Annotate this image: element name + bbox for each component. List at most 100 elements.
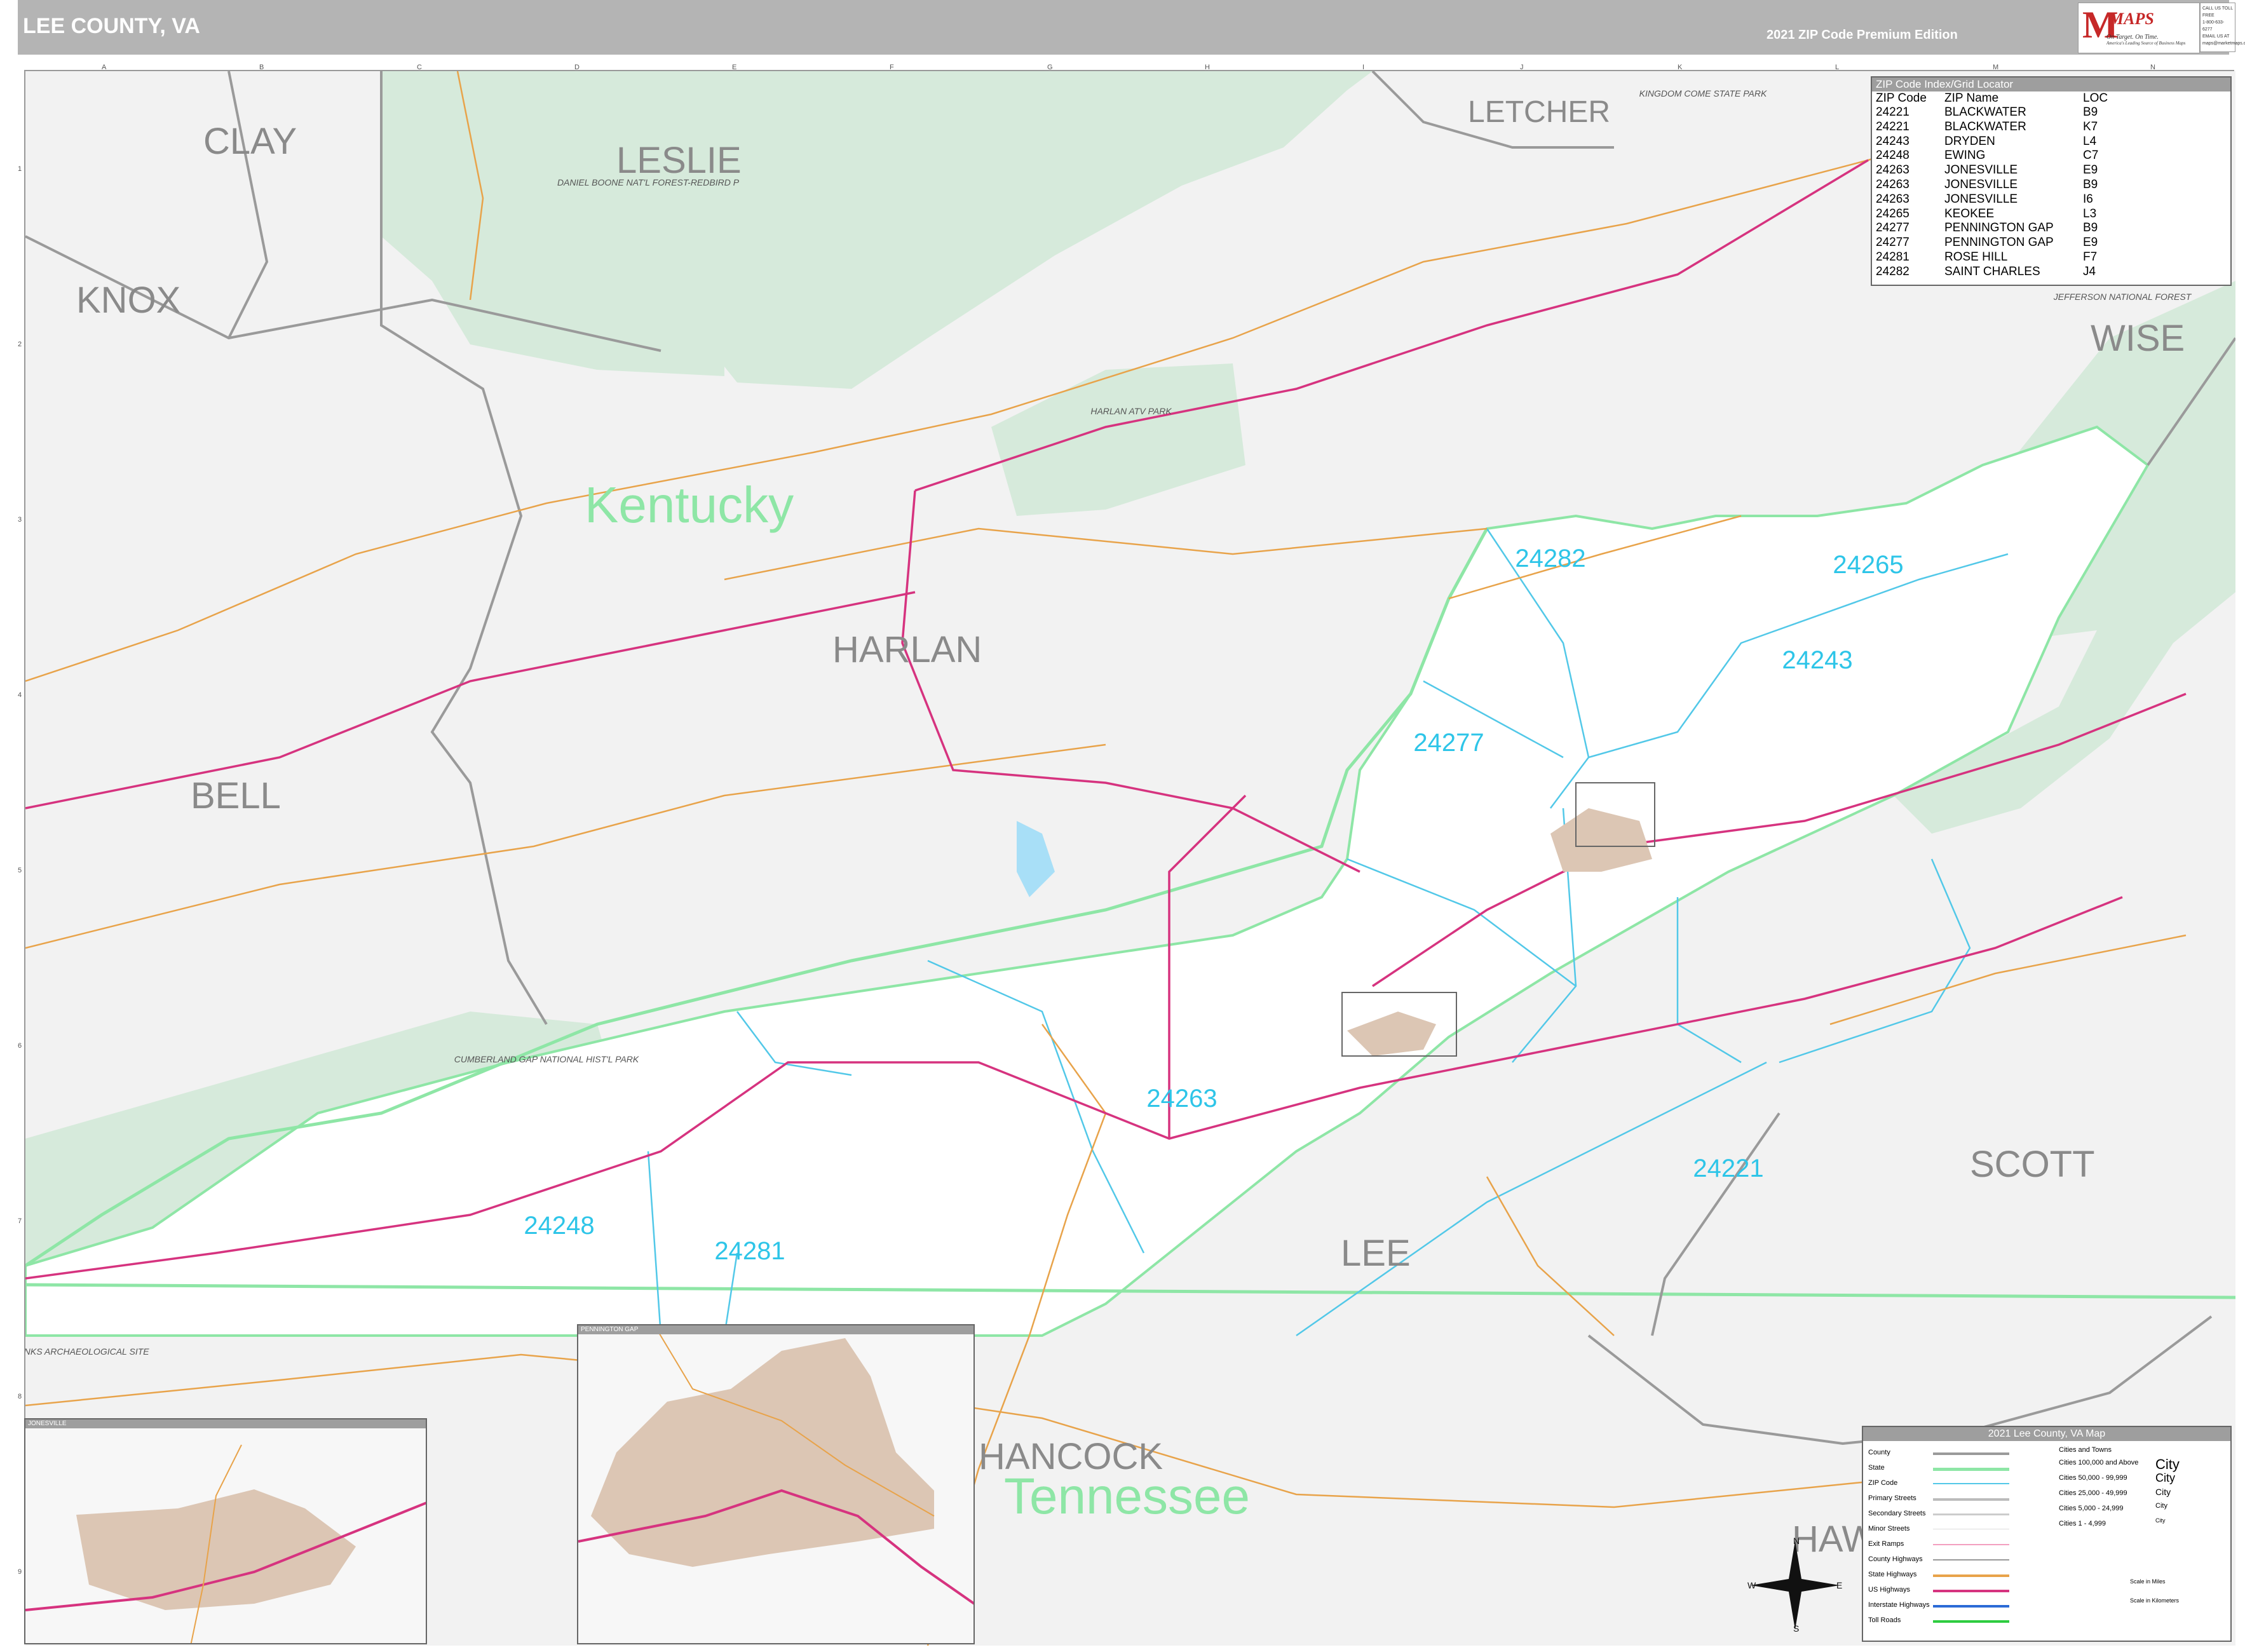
grid-loc-cell: B9: [2083, 177, 2098, 191]
county-label-scott: SCOTT: [1970, 1144, 2095, 1185]
county-label-letcher: LETCHER: [1468, 95, 1610, 129]
park-label-kingdom-come: KINGDOM COME STATE PARK: [1639, 88, 1767, 98]
contact-line: maps@marketmaps.com: [2202, 41, 2245, 46]
grid-loc-cell: L4: [2083, 134, 2097, 148]
legend-city-sample: City: [2155, 1517, 2166, 1524]
legend-line-swatch: [1933, 1559, 2009, 1561]
zip-index-row[interactable]: 24221 BLACKWATER K7: [1873, 120, 2110, 135]
grid-number: 7: [18, 1217, 22, 1225]
compass-e: E: [1836, 1580, 1842, 1590]
zip-index-row[interactable]: 24248 EWING C7: [1873, 149, 2110, 163]
zip-name-cell: PENNINGTON GAP: [1944, 236, 2054, 250]
zip-code-cell: 24277: [1876, 236, 1909, 250]
zip-name-cell: JONESVILLE: [1944, 192, 2018, 206]
legend-city-sample: City: [2155, 1502, 2167, 1510]
legend-cities-header: Cities and Towns: [2059, 1446, 2112, 1454]
logo-tagline-line: On Target. On Time.: [2106, 34, 2159, 41]
legend-item-label: Primary Streets: [1868, 1494, 1916, 1502]
legend-city-sample: City: [2155, 1456, 2180, 1472]
grid-number: 2: [18, 341, 22, 348]
zip-code-cell: 24263: [1876, 163, 1909, 177]
zip-label-24243[interactable]: 24243: [1782, 646, 1852, 674]
zip-label-24265[interactable]: 24265: [1833, 551, 1903, 579]
contact-info: CALL US TOLL FREE 1-800-633-6277 EMAIL U…: [2200, 3, 2245, 52]
jonesville-inset-canvas: [25, 1444, 426, 1643]
city-area: [591, 1338, 934, 1567]
county-label-lee: LEE: [1341, 1233, 1411, 1274]
state-label-kentucky: Kentucky: [585, 477, 794, 533]
zip-label-24248[interactable]: 24248: [524, 1212, 594, 1240]
park-label-harlan-atv: HARLAN ATV PARK: [1090, 406, 1172, 416]
zip-index-row[interactable]: 24243 DRYDEN L4: [1873, 135, 2110, 149]
legend-line-swatch: [1933, 1513, 2009, 1515]
park-label-jefferson: JEFFERSON NATIONAL FOREST: [2053, 292, 2192, 302]
zip-label-24263[interactable]: 24263: [1146, 1085, 1217, 1113]
zip-index-row[interactable]: 24265 KEOKEE L3: [1873, 207, 2110, 222]
grid-loc-cell: L3: [2083, 207, 2097, 220]
zip-label-24221[interactable]: 24221: [1693, 1154, 1763, 1182]
zip-name-cell: BLACKWATER: [1944, 119, 2026, 133]
zip-name-cell: DRYDEN: [1944, 134, 1995, 148]
zip-label-24282[interactable]: 24282: [1515, 545, 1585, 572]
state-label-tennessee: Tennessee: [1004, 1468, 1250, 1524]
legend-line-swatch: [1933, 1452, 2009, 1455]
grid-loc-cell: E9: [2083, 163, 2098, 177]
jonesville-inset-map[interactable]: JONESVILLE: [24, 1418, 427, 1644]
legend-item-label: County: [1868, 1449, 1890, 1456]
zip-index-row[interactable]: 24263 JONESVILLE I6: [1873, 193, 2110, 207]
zip-index-row[interactable]: 24277 PENNINGTON GAP E9: [1873, 236, 2110, 250]
legend-city-class: Cities 5,000 - 24,999: [2059, 1505, 2124, 1512]
legend-line-swatch: [1933, 1574, 2009, 1577]
zip-index-row[interactable]: 24277 PENNINGTON GAP B9: [1873, 221, 2110, 236]
legend-line-swatch: [1933, 1620, 2009, 1623]
pennington-gap-inset-map[interactable]: PENNINGTON GAP: [577, 1324, 975, 1644]
legend-item-label: US Highways: [1868, 1586, 1911, 1594]
scale-km-label: Scale in Kilometers: [2130, 1597, 2180, 1604]
zip-name-cell: ROSE HILL: [1944, 250, 2008, 264]
zip-index-row[interactable]: 24221 BLACKWATER B9: [1873, 105, 2110, 120]
column-header: ZIP Code: [1876, 91, 1927, 105]
zip-name-cell: EWING: [1944, 149, 1986, 163]
zip-label-24281[interactable]: 24281: [714, 1237, 785, 1265]
zip-code-cell: 24263: [1876, 177, 1909, 191]
legend-item-label: Interstate Highways: [1868, 1601, 1930, 1609]
edition-label: 2021 ZIP Code Premium Edition: [1767, 28, 1958, 42]
county-label-harlan: HARLAN: [832, 629, 982, 670]
county-label-wise: WISE: [2091, 318, 2185, 359]
logo-tagline: On Target. On Time. America's Leading So…: [2106, 34, 2185, 46]
legend-line-swatch: [1933, 1605, 2009, 1608]
zip-code-cell: 24243: [1876, 134, 1909, 148]
legend-line-swatch: [1933, 1483, 2009, 1484]
zip-code-cell: 24277: [1876, 221, 1909, 235]
grid-number: 1: [18, 165, 22, 173]
compass-s: S: [1793, 1623, 1799, 1633]
map-canvas[interactable]: CLAY LESLIE LETCHER KNOX WISE HARLAN BEL…: [25, 71, 2235, 1646]
market-maps-logo[interactable]: M MAPS On Target. On Time. America's Lea…: [2078, 3, 2200, 53]
zip-index-row[interactable]: 24263 JONESVILLE E9: [1873, 163, 2110, 178]
legend-item-label: Exit Ramps: [1868, 1540, 1904, 1548]
city-area: [76, 1489, 356, 1610]
zip-code-cell: 24221: [1876, 105, 1909, 119]
zip-name-cell: SAINT CHARLES: [1944, 264, 2040, 278]
grid-number: 8: [18, 1393, 22, 1400]
compass-star: [1751, 1541, 1840, 1630]
legend-item-label: ZIP Code: [1868, 1479, 1898, 1487]
grid-number: 5: [18, 867, 22, 874]
grid-loc-cell: F7: [2083, 250, 2098, 264]
map-area[interactable]: CLAY LESLIE LETCHER KNOX WISE HARLAN BEL…: [24, 70, 2235, 1646]
legend-city-sample: City: [2155, 1487, 2171, 1497]
zip-label-24277[interactable]: 24277: [1413, 729, 1484, 757]
zip-index-row[interactable]: 24282 SAINT CHARLES J4: [1873, 265, 2110, 280]
legend-line-swatch: [1933, 1590, 2009, 1592]
zip-name-cell: BLACKWATER: [1944, 105, 2026, 119]
zip-index-row[interactable]: 24281 ROSE HILL F7: [1873, 250, 2110, 265]
zip-code-cell: 24248: [1876, 149, 1909, 163]
contact-line: EMAIL US AT: [2202, 34, 2230, 39]
park-label-daniel-boone: DANIEL BOONE NAT'L FOREST-REDBIRD P: [557, 177, 740, 187]
zip-index-row[interactable]: 24263 JONESVILLE B9: [1873, 178, 2110, 193]
park-label-cumberland-gap: CUMBERLAND GAP NATIONAL HIST'L PARK: [454, 1054, 639, 1064]
map-legend: 2021 Lee County, VA Map County State ZIP C…: [1862, 1426, 2232, 1642]
legend-line-swatch: [1933, 1544, 2009, 1545]
legend-item-label: Toll Roads: [1868, 1616, 1901, 1624]
header-bar: [18, 0, 2229, 55]
